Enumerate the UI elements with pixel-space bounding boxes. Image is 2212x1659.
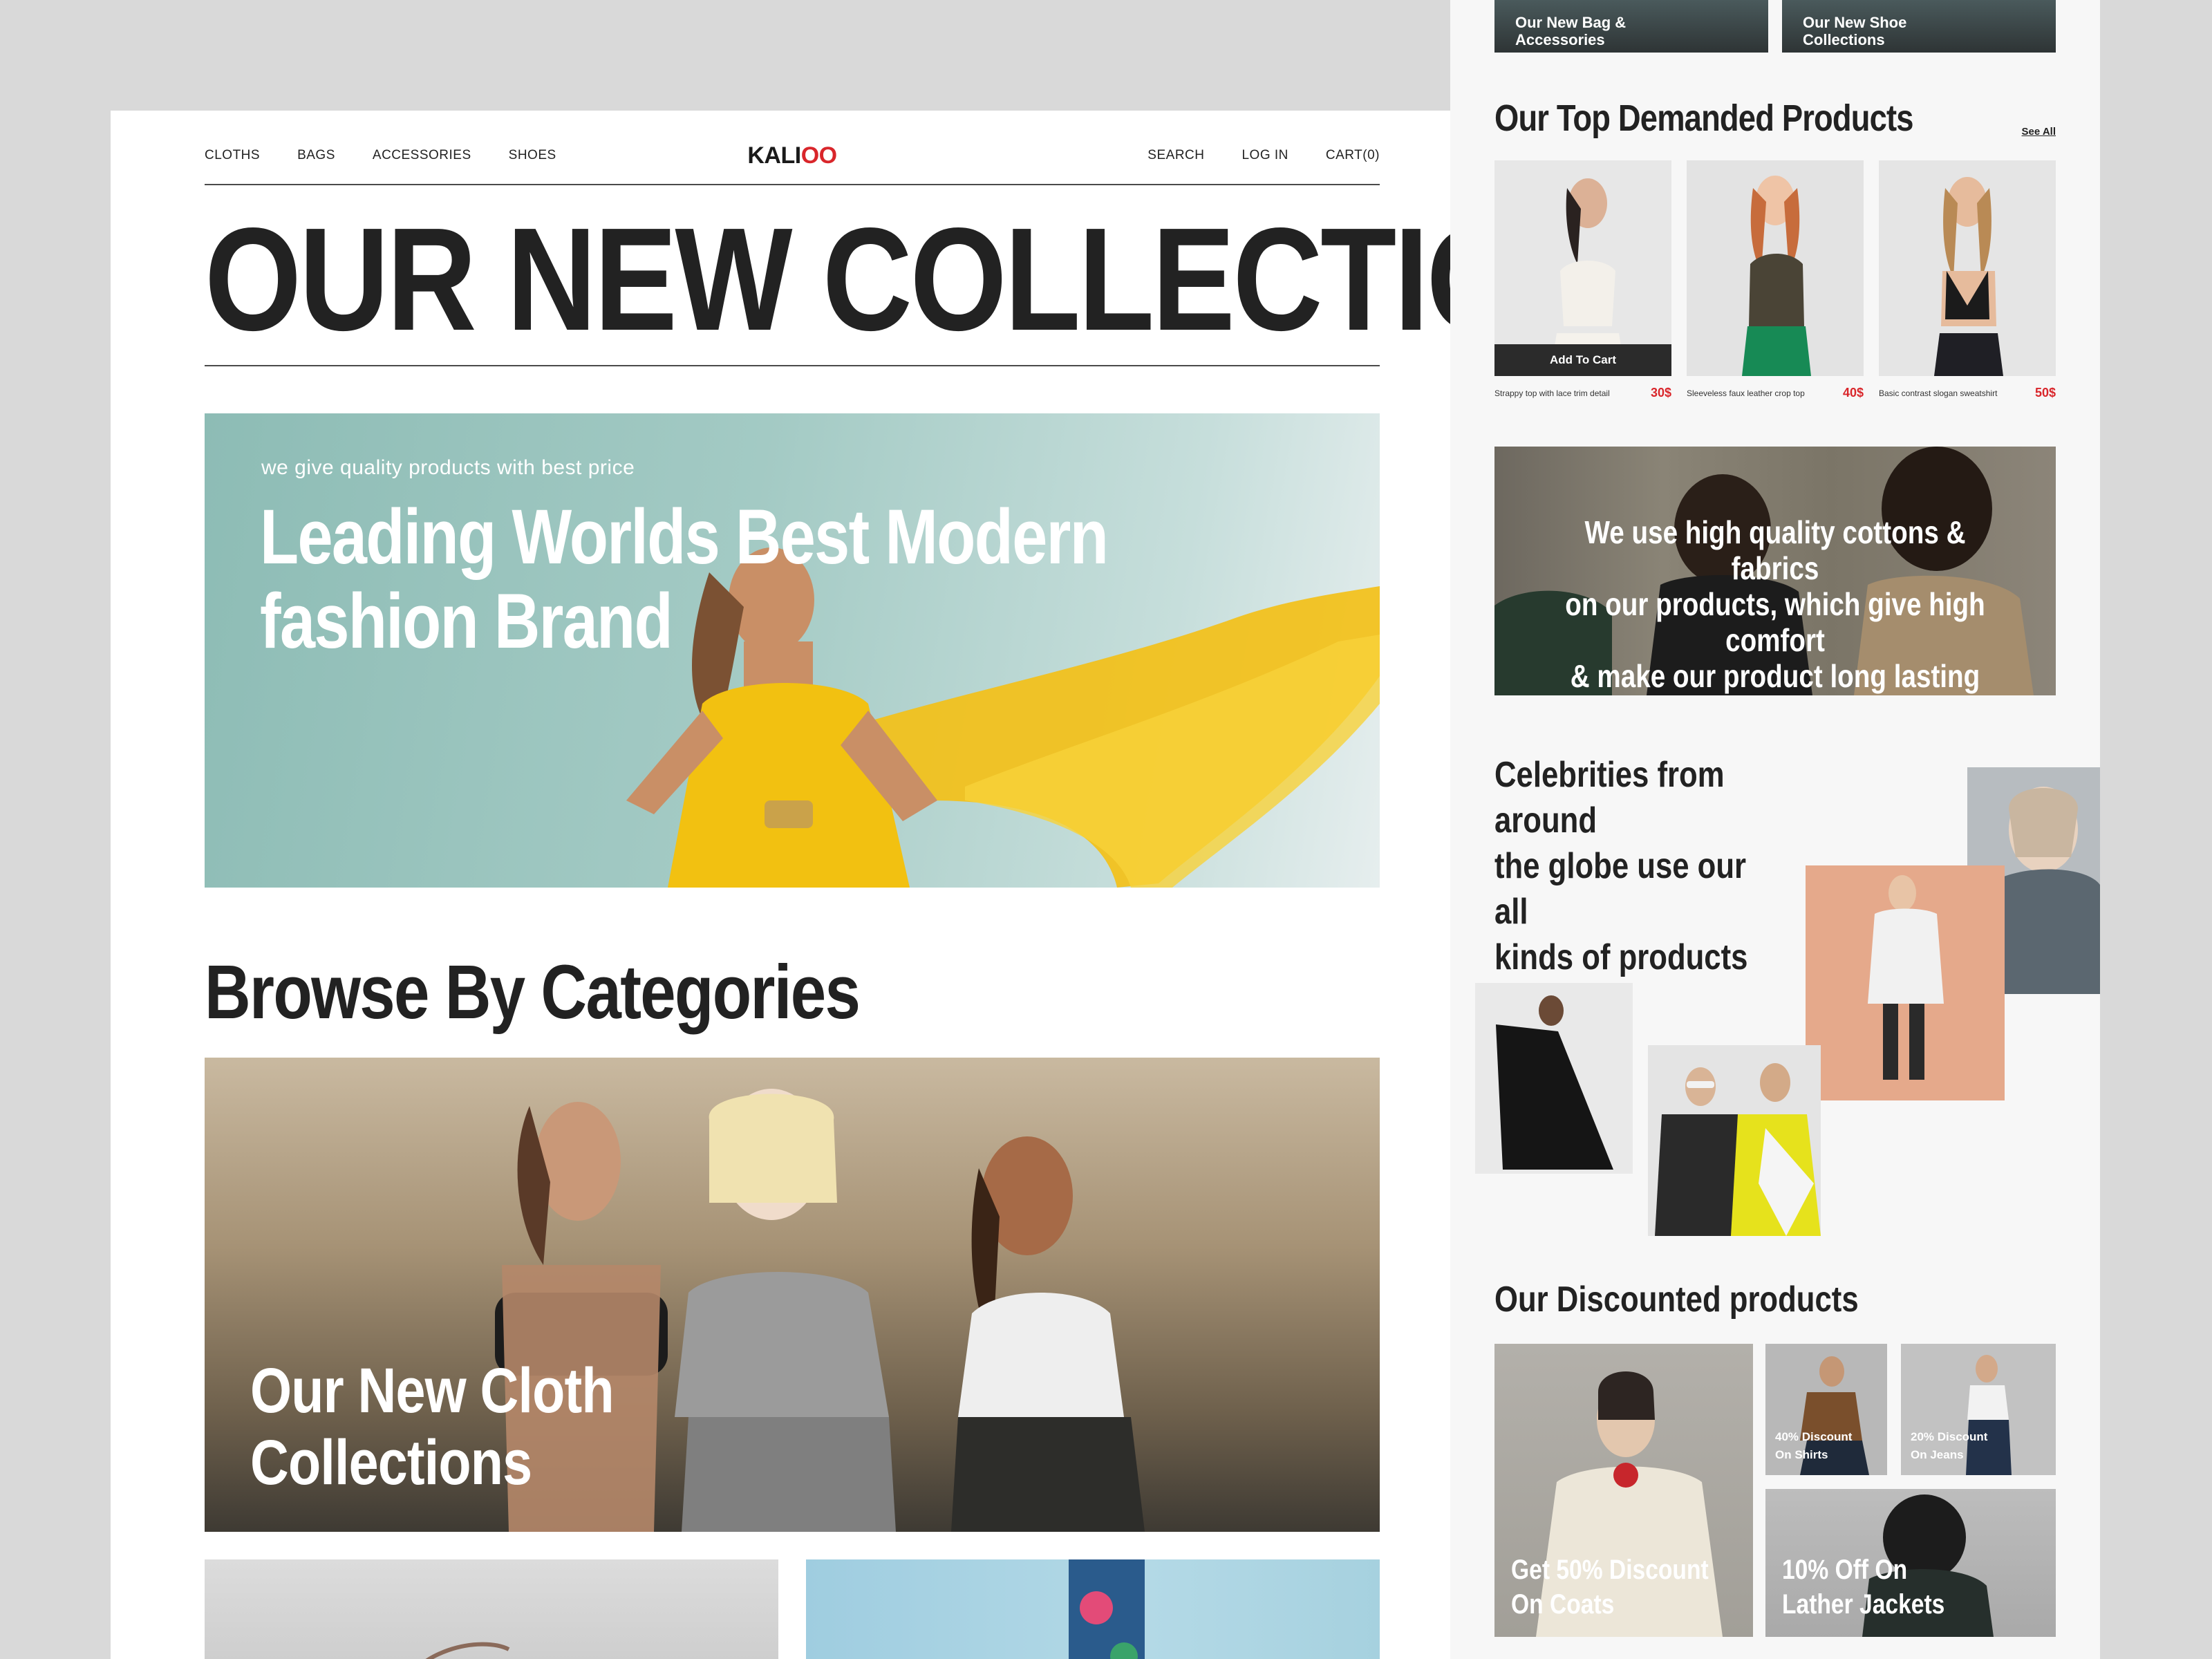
nav-link-login[interactable]: LOG IN: [1241, 148, 1288, 163]
nav-link-cart[interactable]: CART(0): [1326, 148, 1380, 163]
promo-bags-accessories[interactable]: Our New Bag & Accessories: [1494, 0, 1768, 53]
category-card-label: Our New Cloth Collections: [250, 1355, 615, 1499]
celebrities-line-1: Celebrities from around: [1494, 755, 1725, 841]
fabric-line-3: & make our product long lasting: [1570, 658, 1980, 694]
discount-coats-line-1: Get 50% Discount: [1511, 1555, 1709, 1585]
banner-tagline: we give quality products with best price: [261, 456, 635, 479]
celebrity-photo-black-gown[interactable]: [1475, 983, 1633, 1174]
celebrity-photo-white-blazer-image: [1868, 875, 1944, 1080]
discount-shirts-line-2: On Shirts: [1775, 1448, 1828, 1461]
promo-bags-line-1: Our New Bag &: [1515, 14, 1627, 31]
discount-jeans-line-1: 20% Discount: [1911, 1430, 1988, 1443]
nav-categories: CLOTHS BAGS ACCESSORIES SHOES: [205, 148, 556, 163]
bag-image: [425, 1642, 510, 1659]
product-name: Strappy top with lace trim detail: [1494, 388, 1610, 398]
product-page: Our New Bag & Accessories Our New Shoe C…: [1450, 0, 2100, 1659]
header-divider: [205, 184, 1380, 185]
product-model-image: [1742, 176, 1811, 376]
hero-banner[interactable]: we give quality products with best price…: [205, 413, 1380, 888]
nav-link-bags[interactable]: BAGS: [297, 148, 335, 163]
celebrity-photo-white-blazer[interactable]: [1806, 865, 2005, 1100]
discount-jeans-label: 20% Discount On Jeans: [1911, 1428, 1987, 1464]
product-image[interactable]: [1879, 160, 2056, 376]
logo-accent: OO: [800, 142, 837, 169]
promo-shoes-line-2: Collections: [1803, 31, 1885, 48]
browse-categories-title: Browse By Categories: [205, 950, 861, 1035]
add-to-cart-button[interactable]: Add To Cart: [1494, 344, 1671, 376]
discount-tile-jeans[interactable]: 20% Discount On Jeans: [1901, 1344, 2056, 1475]
top-navigation: CLOTHS BAGS ACCESSORIES SHOES KALIOO SEA…: [205, 140, 1380, 171]
discount-shirts-label: 40% Discount On Shirts: [1775, 1428, 1852, 1464]
nav-link-accessories[interactable]: ACCESSORIES: [373, 148, 471, 163]
hero-divider: [205, 365, 1380, 366]
product-image[interactable]: [1687, 160, 1864, 376]
discount-tile-jackets[interactable]: 10% Off On Lather Jackets: [1765, 1489, 2056, 1637]
discount-shirts-line-1: 40% Discount: [1775, 1430, 1853, 1443]
discount-tile-shirts[interactable]: 40% Discount On Shirts: [1765, 1344, 1887, 1475]
nav-link-search[interactable]: SEARCH: [1147, 148, 1204, 163]
hero-title: OUR NEW COLLECTIONS: [205, 197, 1474, 361]
discount-jackets-line-2: Lather Jackets: [1782, 1589, 1945, 1620]
banner-headline-line-1: Leading Worlds Best Modern: [260, 494, 1109, 580]
promo-shoe-collections[interactable]: Our New Shoe Collections: [1782, 0, 2056, 53]
product-image[interactable]: Add To Cart: [1494, 160, 1671, 376]
banner-headline-line-2: fashion Brand: [260, 578, 673, 664]
category-card-cloth-collections[interactable]: Our New Cloth Collections: [205, 1058, 1380, 1532]
product-price: 50$: [2034, 386, 2056, 400]
product-meta: Strappy top with lace trim detail 30$: [1494, 386, 1671, 400]
banner-headline: Leading Worlds Best Modern fashion Brand: [260, 494, 1109, 664]
celebrity-photo-sunglasses-duo[interactable]: [1648, 1045, 1821, 1236]
product-price: 30$: [1650, 386, 1671, 400]
discount-jeans-line-2: On Jeans: [1911, 1448, 1964, 1461]
celebrity-photo-sunglasses-duo-image: [1655, 1063, 1821, 1236]
discounted-products-title: Our Discounted products: [1494, 1280, 1859, 1320]
nav-link-shoes[interactable]: SHOES: [509, 148, 556, 163]
discount-jackets-line-1: 10% Off On: [1782, 1555, 1908, 1585]
promo-shoes-line-1: Our New Shoe: [1803, 14, 1907, 31]
product-card[interactable]: Add To Cart Strappy top with lace trim d…: [1494, 160, 1671, 400]
product-card[interactable]: Basic contrast slogan sweatshirt 50$: [1879, 160, 2056, 400]
discount-jackets-label: 10% Off On Lather Jackets: [1782, 1553, 1944, 1622]
category-label-line-1: Our New Cloth: [250, 1356, 615, 1426]
celebrity-photo-black-gown-image: [1496, 995, 1613, 1170]
home-page: CLOTHS BAGS ACCESSORIES SHOES KALIOO SEA…: [111, 111, 1474, 1659]
fabric-line-2: on our products, which give high comfort: [1565, 586, 1985, 658]
celebrities-line-2: the globe use our all: [1494, 846, 1747, 932]
nav-actions: SEARCH LOG IN CART(0): [1147, 148, 1380, 163]
category-card-shoes[interactable]: [806, 1559, 1380, 1659]
product-model-image: [1934, 177, 2003, 376]
logo-text: KALI: [747, 142, 801, 169]
product-meta: Sleeveless faux leather crop top 40$: [1687, 386, 1864, 400]
discount-coats-label: Get 50% Discount On Coats: [1511, 1553, 1709, 1622]
product-name: Sleeveless faux leather crop top: [1687, 388, 1805, 398]
promo-bags-line-2: Accessories: [1515, 31, 1605, 48]
discount-tile-coats[interactable]: Get 50% Discount On Coats: [1494, 1344, 1753, 1637]
nav-link-cloths[interactable]: CLOTHS: [205, 148, 260, 163]
category-card-bags[interactable]: [205, 1559, 778, 1659]
top-products-title: Our Top Demanded Products: [1494, 97, 1914, 139]
product-price: 40$: [1842, 386, 1864, 400]
product-name: Basic contrast slogan sweatshirt: [1879, 388, 1998, 398]
discount-coats-line-2: On Coats: [1511, 1589, 1615, 1620]
fabric-line-1: We use high quality cottons & fabrics: [1584, 514, 1966, 586]
shoes-image: [1069, 1559, 1145, 1659]
see-all-link[interactable]: See All: [2022, 126, 2056, 138]
category-label-line-2: Collections: [250, 1427, 532, 1498]
product-card[interactable]: Sleeveless faux leather crop top 40$: [1687, 160, 1864, 400]
brand-logo[interactable]: KALIOO: [747, 142, 837, 169]
product-meta: Basic contrast slogan sweatshirt 50$: [1879, 386, 2056, 400]
fabric-quality-banner: We use high quality cottons & fabrics on…: [1494, 447, 2056, 695]
fabric-quality-text: We use high quality cottons & fabrics on…: [1539, 514, 2011, 694]
